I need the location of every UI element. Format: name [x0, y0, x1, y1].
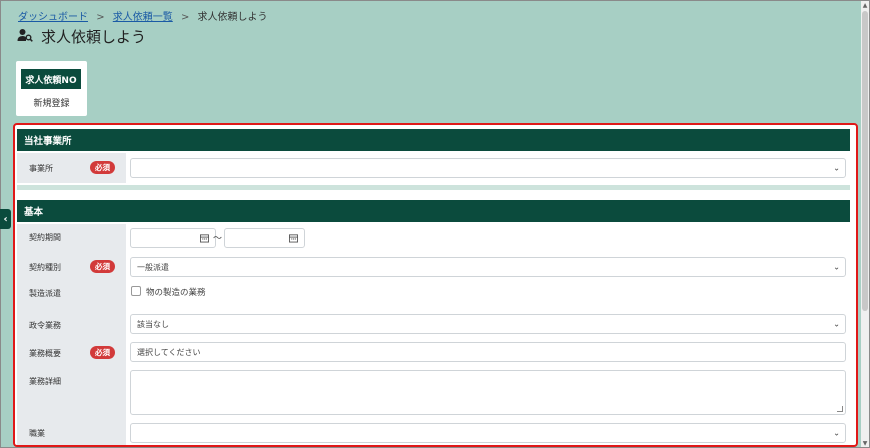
required-badge: 必須	[90, 161, 115, 174]
section-office-header: 当社事業所	[17, 129, 850, 151]
work-summary-label: 業務概要	[29, 349, 61, 358]
occupation-label: 職業	[29, 429, 45, 438]
contract-start-date-input[interactable]	[130, 228, 216, 248]
work-detail-textarea[interactable]	[130, 370, 846, 415]
manufacturing-checkbox[interactable]	[131, 286, 141, 296]
scrollbar-thumb[interactable]	[862, 11, 868, 311]
sidebar-toggle-button[interactable]: ‹	[0, 209, 11, 229]
section-basic-header: 基本	[17, 200, 850, 222]
office-label: 事業所	[29, 164, 53, 173]
section-divider	[17, 185, 850, 190]
required-badge: 必須	[90, 260, 115, 273]
contract-type-label: 契約種別	[29, 263, 61, 272]
page-scrollbar[interactable]: ▲ ▼	[861, 1, 869, 447]
chevron-down-icon: ⌄	[833, 163, 840, 173]
breadcrumb-separator: >	[96, 12, 105, 23]
chevron-down-icon: ⌄	[833, 319, 840, 329]
scroll-up-icon[interactable]: ▲	[861, 1, 869, 9]
contract-end-date-input[interactable]	[224, 228, 305, 248]
page-title: 求人依頼しよう	[17, 26, 146, 47]
request-no-value: 新規登録	[33, 99, 70, 109]
breadcrumb: ダッシュボード > 求人依頼一覧 > 求人依頼しよう	[18, 8, 268, 23]
contract-period-label: 契約期間	[29, 233, 61, 242]
work-summary-input[interactable]: 選択してください	[130, 342, 846, 362]
contract-type-value: 一般派遣	[137, 262, 169, 272]
request-no-card: 求人依頼NO 新規登録	[16, 61, 87, 116]
work-summary-placeholder: 選択してください	[137, 347, 201, 357]
breadcrumb-current: 求人依頼しよう	[197, 12, 268, 23]
office-select[interactable]: ⌄	[130, 158, 846, 178]
chevron-down-icon: ⌄	[833, 428, 840, 438]
calendar-icon[interactable]	[289, 234, 298, 243]
breadcrumb-dashboard-link[interactable]: ダッシュボード	[18, 12, 88, 23]
manufacturing-checkbox-label[interactable]: 物の製造の業務	[146, 286, 206, 298]
breadcrumb-request-list-link[interactable]: 求人依頼一覧	[113, 12, 173, 23]
label-column	[17, 224, 126, 445]
occupation-select[interactable]: ⌄	[130, 423, 846, 443]
contract-type-select[interactable]: 一般派遣 ⌄	[130, 257, 846, 277]
work-detail-label: 業務詳細	[29, 377, 61, 386]
ordinance-work-label: 政令業務	[29, 321, 61, 330]
manufacturing-label: 製造派遣	[29, 289, 61, 298]
user-search-icon	[17, 27, 33, 47]
resize-handle-icon[interactable]	[837, 406, 843, 412]
calendar-icon[interactable]	[200, 234, 209, 243]
required-badge: 必須	[90, 346, 115, 359]
ordinance-work-value: 該当なし	[137, 319, 169, 329]
period-separator: ～	[213, 234, 223, 244]
chevron-left-icon: ‹	[3, 213, 8, 225]
scroll-down-icon[interactable]: ▼	[861, 439, 869, 447]
breadcrumb-separator: >	[180, 12, 190, 23]
request-no-label: 求人依頼NO	[21, 69, 81, 89]
page-title-text: 求人依頼しよう	[41, 28, 147, 46]
request-form: 当社事業所 事業所 必須 ⌄ 基本 契約期間 ～ 契約種別 必須 一般派遣 ⌄ …	[13, 123, 858, 447]
ordinance-work-select[interactable]: 該当なし ⌄	[130, 314, 846, 334]
chevron-down-icon: ⌄	[833, 262, 840, 272]
